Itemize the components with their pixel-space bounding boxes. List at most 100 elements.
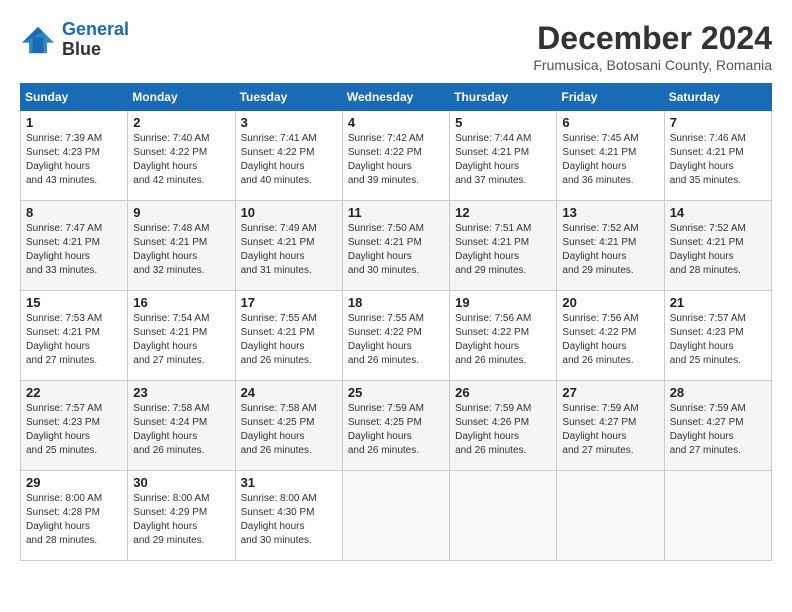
day-info: Sunrise: 7:50 AMSunset: 4:21 PMDaylight … — [348, 223, 424, 276]
calendar-cell: 24 Sunrise: 7:58 AMSunset: 4:25 PMDaylig… — [235, 381, 342, 471]
day-number: 3 — [241, 115, 337, 130]
day-info: Sunrise: 7:59 AMSunset: 4:27 PMDaylight … — [670, 403, 746, 456]
calendar-cell: 6 Sunrise: 7:45 AMSunset: 4:21 PMDayligh… — [557, 111, 664, 201]
day-info: Sunrise: 7:49 AMSunset: 4:21 PMDaylight … — [241, 223, 317, 276]
page-header: GeneralBlue December 2024 Frumusica, Bot… — [20, 20, 772, 73]
calendar-cell — [450, 471, 557, 561]
calendar-table: SundayMondayTuesdayWednesdayThursdayFrid… — [20, 83, 772, 561]
calendar-cell: 26 Sunrise: 7:59 AMSunset: 4:26 PMDaylig… — [450, 381, 557, 471]
day-info: Sunrise: 7:56 AMSunset: 4:22 PMDaylight … — [562, 313, 638, 366]
calendar-cell: 15 Sunrise: 7:53 AMSunset: 4:21 PMDaylig… — [21, 291, 128, 381]
weekday-header: Friday — [557, 84, 664, 111]
weekday-header: Saturday — [664, 84, 771, 111]
day-info: Sunrise: 7:57 AMSunset: 4:23 PMDaylight … — [670, 313, 746, 366]
day-info: Sunrise: 7:55 AMSunset: 4:21 PMDaylight … — [241, 313, 317, 366]
day-info: Sunrise: 7:52 AMSunset: 4:21 PMDaylight … — [562, 223, 638, 276]
day-number: 21 — [670, 295, 766, 310]
day-info: Sunrise: 7:58 AMSunset: 4:24 PMDaylight … — [133, 403, 209, 456]
day-number: 7 — [670, 115, 766, 130]
weekday-header: Wednesday — [342, 84, 449, 111]
weekday-header: Tuesday — [235, 84, 342, 111]
day-number: 19 — [455, 295, 551, 310]
day-number: 23 — [133, 385, 229, 400]
day-info: Sunrise: 7:59 AMSunset: 4:26 PMDaylight … — [455, 403, 531, 456]
calendar-cell: 11 Sunrise: 7:50 AMSunset: 4:21 PMDaylig… — [342, 201, 449, 291]
weekday-header: Sunday — [21, 84, 128, 111]
calendar-cell: 25 Sunrise: 7:59 AMSunset: 4:25 PMDaylig… — [342, 381, 449, 471]
calendar-cell: 27 Sunrise: 7:59 AMSunset: 4:27 PMDaylig… — [557, 381, 664, 471]
calendar-week-row: 1 Sunrise: 7:39 AMSunset: 4:23 PMDayligh… — [21, 111, 772, 201]
calendar-cell: 16 Sunrise: 7:54 AMSunset: 4:21 PMDaylig… — [128, 291, 235, 381]
day-info: Sunrise: 7:39 AMSunset: 4:23 PMDaylight … — [26, 133, 102, 186]
calendar-cell — [342, 471, 449, 561]
day-info: Sunrise: 8:00 AMSunset: 4:28 PMDaylight … — [26, 493, 102, 546]
location-subtitle: Frumusica, Botosani County, Romania — [533, 57, 772, 73]
day-number: 24 — [241, 385, 337, 400]
day-number: 2 — [133, 115, 229, 130]
calendar-cell: 14 Sunrise: 7:52 AMSunset: 4:21 PMDaylig… — [664, 201, 771, 291]
day-info: Sunrise: 7:46 AMSunset: 4:21 PMDaylight … — [670, 133, 746, 186]
day-info: Sunrise: 8:00 AMSunset: 4:29 PMDaylight … — [133, 493, 209, 546]
day-number: 8 — [26, 205, 122, 220]
day-number: 1 — [26, 115, 122, 130]
calendar-week-row: 29 Sunrise: 8:00 AMSunset: 4:28 PMDaylig… — [21, 471, 772, 561]
calendar-cell: 31 Sunrise: 8:00 AMSunset: 4:30 PMDaylig… — [235, 471, 342, 561]
calendar-cell: 28 Sunrise: 7:59 AMSunset: 4:27 PMDaylig… — [664, 381, 771, 471]
day-info: Sunrise: 7:56 AMSunset: 4:22 PMDaylight … — [455, 313, 531, 366]
day-number: 14 — [670, 205, 766, 220]
weekday-header: Monday — [128, 84, 235, 111]
day-number: 20 — [562, 295, 658, 310]
calendar-cell: 7 Sunrise: 7:46 AMSunset: 4:21 PMDayligh… — [664, 111, 771, 201]
calendar-cell: 8 Sunrise: 7:47 AMSunset: 4:21 PMDayligh… — [21, 201, 128, 291]
day-number: 12 — [455, 205, 551, 220]
calendar-week-row: 15 Sunrise: 7:53 AMSunset: 4:21 PMDaylig… — [21, 291, 772, 381]
day-number: 17 — [241, 295, 337, 310]
calendar-cell: 23 Sunrise: 7:58 AMSunset: 4:24 PMDaylig… — [128, 381, 235, 471]
calendar-cell — [557, 471, 664, 561]
day-number: 22 — [26, 385, 122, 400]
day-info: Sunrise: 8:00 AMSunset: 4:30 PMDaylight … — [241, 493, 317, 546]
title-block: December 2024 Frumusica, Botosani County… — [533, 20, 772, 73]
calendar-cell: 4 Sunrise: 7:42 AMSunset: 4:22 PMDayligh… — [342, 111, 449, 201]
calendar-cell: 2 Sunrise: 7:40 AMSunset: 4:22 PMDayligh… — [128, 111, 235, 201]
day-number: 31 — [241, 475, 337, 490]
calendar-cell: 13 Sunrise: 7:52 AMSunset: 4:21 PMDaylig… — [557, 201, 664, 291]
day-info: Sunrise: 7:41 AMSunset: 4:22 PMDaylight … — [241, 133, 317, 186]
calendar-cell: 29 Sunrise: 8:00 AMSunset: 4:28 PMDaylig… — [21, 471, 128, 561]
day-info: Sunrise: 7:44 AMSunset: 4:21 PMDaylight … — [455, 133, 531, 186]
day-info: Sunrise: 7:40 AMSunset: 4:22 PMDaylight … — [133, 133, 209, 186]
logo: GeneralBlue — [20, 20, 129, 60]
month-title: December 2024 — [533, 20, 772, 57]
calendar-cell: 9 Sunrise: 7:48 AMSunset: 4:21 PMDayligh… — [128, 201, 235, 291]
calendar-cell: 19 Sunrise: 7:56 AMSunset: 4:22 PMDaylig… — [450, 291, 557, 381]
day-info: Sunrise: 7:47 AMSunset: 4:21 PMDaylight … — [26, 223, 102, 276]
day-number: 15 — [26, 295, 122, 310]
day-info: Sunrise: 7:57 AMSunset: 4:23 PMDaylight … — [26, 403, 102, 456]
day-number: 26 — [455, 385, 551, 400]
calendar-week-row: 22 Sunrise: 7:57 AMSunset: 4:23 PMDaylig… — [21, 381, 772, 471]
calendar-cell: 1 Sunrise: 7:39 AMSunset: 4:23 PMDayligh… — [21, 111, 128, 201]
calendar-cell: 30 Sunrise: 8:00 AMSunset: 4:29 PMDaylig… — [128, 471, 235, 561]
day-info: Sunrise: 7:45 AMSunset: 4:21 PMDaylight … — [562, 133, 638, 186]
logo-text: GeneralBlue — [62, 20, 129, 60]
day-number: 4 — [348, 115, 444, 130]
day-number: 29 — [26, 475, 122, 490]
calendar-cell — [664, 471, 771, 561]
day-number: 25 — [348, 385, 444, 400]
calendar-cell: 20 Sunrise: 7:56 AMSunset: 4:22 PMDaylig… — [557, 291, 664, 381]
day-number: 11 — [348, 205, 444, 220]
day-number: 10 — [241, 205, 337, 220]
day-number: 13 — [562, 205, 658, 220]
day-number: 5 — [455, 115, 551, 130]
calendar-cell: 12 Sunrise: 7:51 AMSunset: 4:21 PMDaylig… — [450, 201, 557, 291]
day-number: 16 — [133, 295, 229, 310]
weekday-header-row: SundayMondayTuesdayWednesdayThursdayFrid… — [21, 84, 772, 111]
calendar-cell: 10 Sunrise: 7:49 AMSunset: 4:21 PMDaylig… — [235, 201, 342, 291]
day-info: Sunrise: 7:59 AMSunset: 4:27 PMDaylight … — [562, 403, 638, 456]
day-info: Sunrise: 7:55 AMSunset: 4:22 PMDaylight … — [348, 313, 424, 366]
day-number: 9 — [133, 205, 229, 220]
calendar-cell: 3 Sunrise: 7:41 AMSunset: 4:22 PMDayligh… — [235, 111, 342, 201]
day-number: 18 — [348, 295, 444, 310]
calendar-week-row: 8 Sunrise: 7:47 AMSunset: 4:21 PMDayligh… — [21, 201, 772, 291]
day-info: Sunrise: 7:59 AMSunset: 4:25 PMDaylight … — [348, 403, 424, 456]
